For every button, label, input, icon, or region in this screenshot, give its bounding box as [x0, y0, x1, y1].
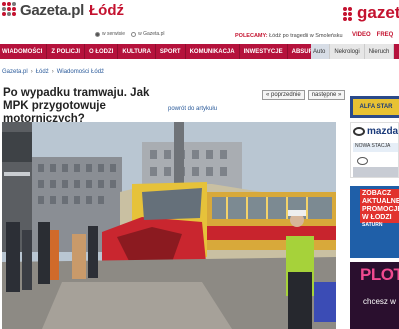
ad-alfa-star-text: ALFA STAR: [353, 99, 399, 115]
right-logo[interactable]: gazeta: [343, 0, 399, 26]
breadcrumb-separator: ›: [30, 69, 33, 75]
nav-item-o-lodzi[interactable]: O ŁODZI: [85, 44, 119, 59]
gallery-pager: « poprzednie następne »: [262, 90, 346, 100]
nav-item-wiadomosci[interactable]: WIADOMOŚCI: [0, 44, 48, 59]
nav-item-sport[interactable]: SPORT: [156, 44, 186, 59]
mazda-car-image: [353, 167, 398, 177]
secondary-nav: Auto Nekrologi Nieruch: [311, 44, 395, 59]
back-to-article-link[interactable]: powrót do artykułu: [168, 106, 217, 112]
ad-saturn-brand: SATURN: [362, 222, 383, 228]
prev-photo-button[interactable]: « poprzednie: [262, 90, 305, 100]
top-link-freq[interactable]: FREQ: [377, 32, 394, 38]
article-title: Po wypadku tramwaju. Jak MPK przygotowuj…: [3, 87, 150, 125]
recommended-label: POLECAMY:: [235, 33, 268, 39]
breadcrumb-separator: ›: [51, 69, 54, 75]
logo-city: Łódź: [89, 1, 124, 19]
nav-item-auto[interactable]: Auto: [311, 44, 331, 59]
right-logo-dots-icon: [343, 5, 357, 21]
breadcrumb-item-lodz[interactable]: Łódź: [36, 69, 49, 75]
search-options: w serwisie w Gazeta.pl: [95, 31, 164, 37]
nav-item-inwestycje[interactable]: INWESTYCJE: [240, 44, 288, 59]
top-link-video[interactable]: VIDEO: [352, 32, 371, 38]
ad-plotki[interactable]: PLOT chcesz w: [350, 262, 399, 329]
right-logo-text: gazeta: [357, 3, 399, 22]
radio-site[interactable]: w serwisie: [95, 31, 125, 37]
nav-item-nekrologi[interactable]: Nekrologi: [330, 44, 365, 59]
ad-alfa-star[interactable]: ALFA STAR: [350, 96, 399, 118]
page: Gazeta.pl Łódź gazeta w serwisie w Gazet…: [0, 0, 399, 329]
recommended-bar: POLECAMY: Łódź po tragedii w Smoleńsku: [235, 33, 343, 39]
mazda-brand: mazda: [367, 126, 399, 137]
breadcrumb-item-wiadomosci[interactable]: Wiadomości Łódź: [57, 69, 104, 75]
breadcrumb: Gazeta.pl › Łódź › Wiadomości Łódź: [2, 69, 104, 75]
radio-gazeta[interactable]: w Gazeta.pl: [131, 31, 164, 37]
breadcrumb-item-gazeta[interactable]: Gazeta.pl: [2, 69, 28, 75]
mazda-row-text: NOWA STACJA: [353, 143, 398, 152]
photo-illustration: [2, 122, 336, 329]
mazda-logo: mazda: [353, 126, 398, 137]
recommended-link[interactable]: Łódź po tragedii w Smoleńsku: [269, 33, 342, 39]
nav-item-z-policji[interactable]: Z POLICJI: [47, 44, 86, 59]
site-logo[interactable]: Gazeta.pl Łódź: [2, 1, 124, 19]
nav-item-nieruchomosci[interactable]: Nieruch: [365, 44, 395, 59]
nav-item-kultura[interactable]: KULTURA: [118, 44, 156, 59]
mazda-emblem-small-icon: [357, 157, 368, 165]
nav-item-komunikacja[interactable]: KOMUNIKACJA: [186, 44, 240, 59]
header: Gazeta.pl Łódź gazeta: [0, 0, 399, 32]
ad-plotki-sub: chcesz w: [363, 297, 396, 306]
ad-saturn[interactable]: ZOBACZ AKTUALNE PROMOCJE W ŁODZI SATURN: [350, 186, 399, 258]
top-links: VIDEO FREQ: [352, 32, 393, 38]
logo-dots-icon: [2, 2, 18, 18]
tram-accident-photo: [2, 122, 336, 329]
ad-plotki-title: PLOT: [360, 265, 399, 284]
mazda-emblem-icon: [353, 127, 365, 136]
logo-text: Gazeta.pl: [20, 1, 84, 19]
ad-saturn-headline: ZOBACZ AKTUALNE PROMOCJE W ŁODZI: [360, 189, 399, 223]
next-photo-button[interactable]: następne »: [307, 90, 346, 100]
ad-mazda[interactable]: mazda NOWA STACJA: [350, 122, 399, 178]
